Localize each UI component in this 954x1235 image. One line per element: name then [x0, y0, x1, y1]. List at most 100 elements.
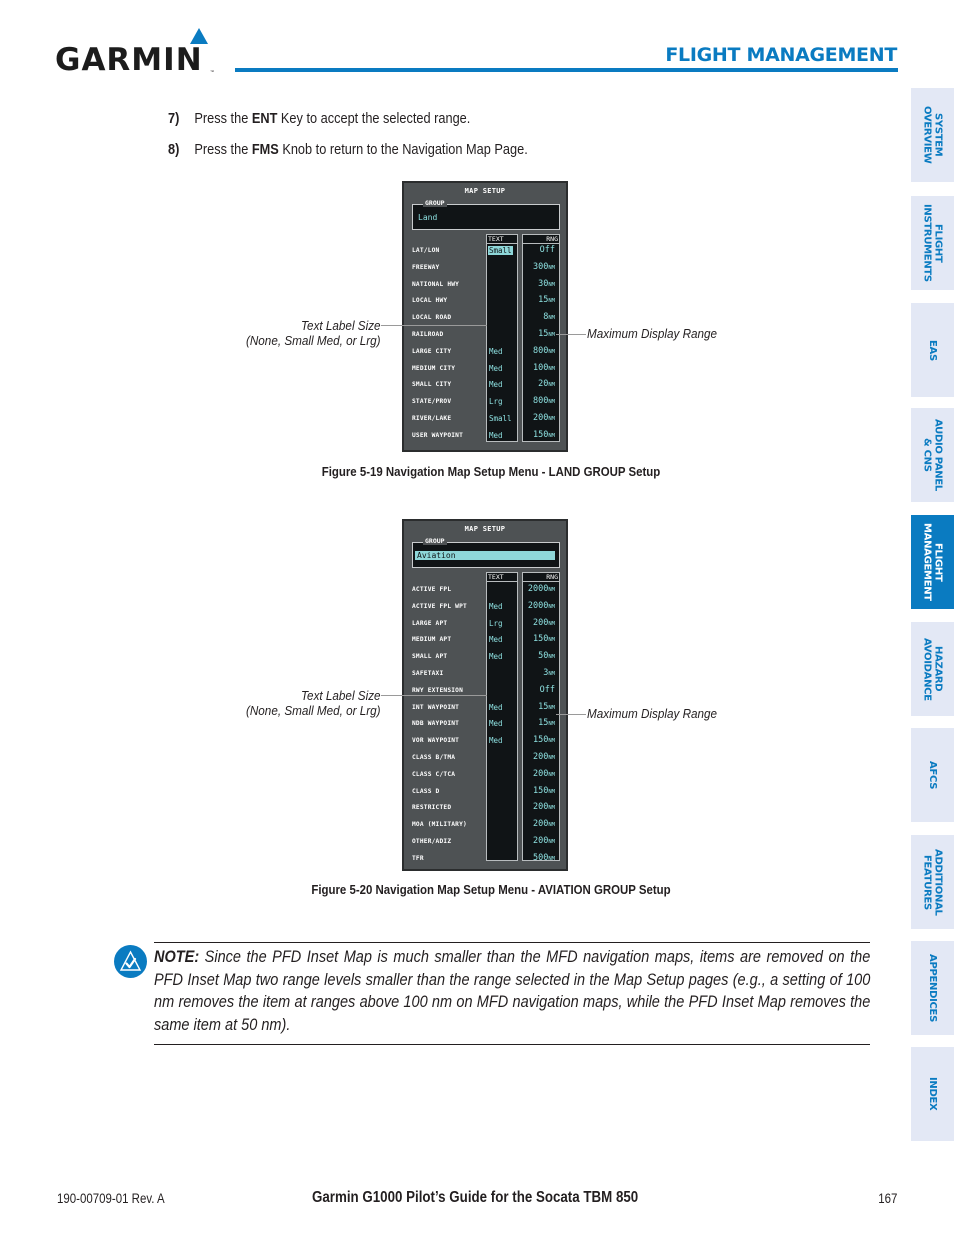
range-unit: NM	[548, 348, 555, 355]
range-field[interactable]: 300NM	[533, 262, 555, 272]
text-label-size-callout: Text Label Size (None, Small Med, or Lrg)	[246, 688, 381, 718]
step-7: 7) Press the ENT Key to accept the select…	[168, 111, 471, 127]
side-tab-eas[interactable]: EAS	[911, 303, 954, 397]
range-column-header: RNG	[523, 235, 559, 244]
footer-page-number: 167	[877, 1190, 897, 1206]
range-field[interactable]: Off	[540, 685, 555, 695]
map-item-label: SMALL APT	[412, 653, 448, 661]
text-size-field[interactable]: Med	[489, 431, 503, 440]
range-field[interactable]: 3NM	[543, 668, 555, 678]
range-field[interactable]: 20NM	[538, 379, 555, 389]
range-value: 300	[533, 261, 549, 272]
range-field[interactable]: 200NM	[533, 836, 555, 846]
range-value: 2000	[527, 584, 549, 594]
range-unit: NM	[548, 332, 555, 338]
note-label: NOTE:	[154, 948, 200, 966]
map-item-label: MEDIUM APT	[412, 636, 452, 644]
range-field[interactable]: 150NM	[533, 786, 555, 796]
range-field[interactable]: 200NM	[533, 618, 555, 628]
range-field[interactable]: 15NM	[538, 718, 555, 728]
map-item-label: ACTIVE FPL WPT	[412, 602, 467, 610]
range-field[interactable]: 8NM	[543, 312, 555, 322]
range-field[interactable]: Off	[540, 245, 555, 255]
group-field[interactable]: GROUP Land	[412, 199, 560, 230]
range-field[interactable]: 50NM	[538, 651, 555, 661]
range-unit: NM	[548, 281, 555, 288]
group-field[interactable]: GROUP Aviation	[412, 537, 560, 568]
side-tab-index[interactable]: INDEX	[911, 1047, 954, 1141]
text-size-field[interactable]: Small	[489, 414, 512, 423]
map-item-label: RAILROAD	[412, 331, 444, 338]
range-unit: NM	[548, 738, 555, 745]
map-item-label: CLASS D	[412, 787, 440, 795]
range-field[interactable]: 150NM	[533, 735, 555, 745]
text-size-field[interactable]: Lrg	[489, 397, 503, 406]
text-size-field[interactable]: Med	[489, 380, 503, 389]
map-item-label: VOR WAYPOINT	[412, 737, 460, 745]
key-name: ENT	[251, 111, 278, 127]
callout-leader-line	[381, 695, 487, 696]
text-column-header: TEXT	[487, 235, 517, 244]
range-field[interactable]: 2000NM	[528, 601, 555, 611]
range-unit: NM	[548, 671, 555, 677]
text-size-field[interactable]: Med	[489, 736, 503, 745]
text-size-field[interactable]: Med	[489, 364, 503, 373]
side-tab-flight-instruments[interactable]: FLIGHT INSTRUMENTS	[911, 196, 954, 290]
range-field[interactable]: 100NM	[533, 363, 555, 373]
callout-line-2: (None, Small Med, or Lrg)	[246, 703, 381, 718]
side-tab-audio-panel-cns[interactable]: AUDIO PANEL & CNS	[911, 408, 954, 502]
range-value: 800	[533, 396, 549, 407]
text-size-field[interactable]: Lrg	[489, 619, 503, 628]
side-tab-label: AUDIO PANEL & CNS	[921, 419, 944, 491]
map-item-label: CLASS B/TMA	[412, 754, 456, 761]
text-size-field[interactable]: Med	[489, 652, 503, 661]
range-field[interactable]: 15NM	[538, 295, 555, 305]
side-tab-afcs[interactable]: AFCS	[911, 728, 954, 822]
map-item-label: LARGE CITY	[412, 347, 452, 355]
range-field[interactable]: 30NM	[538, 279, 555, 289]
text-size-field[interactable]: Med	[489, 635, 503, 644]
callout-leader-line	[556, 334, 586, 335]
range-field[interactable]: 15NM	[538, 702, 555, 712]
map-item-label: MEDIUM CITY	[412, 364, 456, 372]
callout-leader-line	[381, 325, 487, 326]
step-number: 7)	[168, 111, 180, 127]
text-size-field[interactable]: Med	[489, 719, 503, 728]
range-field[interactable]: 150NM	[533, 634, 555, 644]
range-value: 200	[533, 413, 549, 423]
range-value: 15	[538, 329, 549, 339]
range-unit: NM	[548, 704, 555, 711]
text-size-field[interactable]: Small	[488, 246, 513, 255]
map-item-label: SMALL CITY	[412, 381, 452, 389]
range-field[interactable]: 800NM	[533, 396, 555, 406]
range-unit: NM	[548, 416, 555, 422]
range-field[interactable]: 2000NM	[528, 584, 555, 594]
text-column: TEXT	[486, 572, 518, 861]
range-field[interactable]: 200NM	[533, 752, 555, 762]
side-tab-system-overview[interactable]: SYSTEM OVERVIEW	[911, 88, 954, 182]
range-unit: NM	[548, 855, 555, 862]
group-value: Aviation	[415, 551, 555, 560]
range-field[interactable]: 800NM	[533, 346, 555, 356]
range-field[interactable]: 200NM	[533, 819, 555, 829]
text-size-field[interactable]: Med	[489, 703, 503, 712]
range-field[interactable]: 200NM	[533, 413, 555, 423]
range-field[interactable]: 15NM	[538, 329, 555, 339]
side-tab-appendices[interactable]: APPENDICES	[911, 941, 954, 1035]
range-value: 2000	[527, 600, 549, 611]
range-unit: NM	[548, 771, 555, 778]
note-body: Since the PFD Inset Map is much smaller …	[154, 948, 871, 1034]
callout-line-1: Text Label Size	[301, 688, 381, 703]
range-value: 200	[533, 836, 549, 846]
range-unit: NM	[548, 788, 555, 795]
side-tab-flight-management[interactable]: FLIGHT MANAGEMENT	[911, 515, 954, 609]
range-field[interactable]: 200NM	[533, 769, 555, 779]
range-field[interactable]: 500NM	[533, 853, 555, 863]
text-size-field[interactable]: Med	[489, 602, 503, 611]
range-field[interactable]: 150NM	[533, 430, 555, 440]
map-item-label: OTHER/ADIZ	[412, 838, 452, 845]
side-tab-hazard-avoidance[interactable]: HAZARD AVOIDANCE	[911, 622, 954, 716]
range-field[interactable]: 200NM	[533, 802, 555, 812]
text-size-field[interactable]: Med	[489, 347, 503, 356]
map-item-label: FREEWAY	[412, 263, 440, 271]
